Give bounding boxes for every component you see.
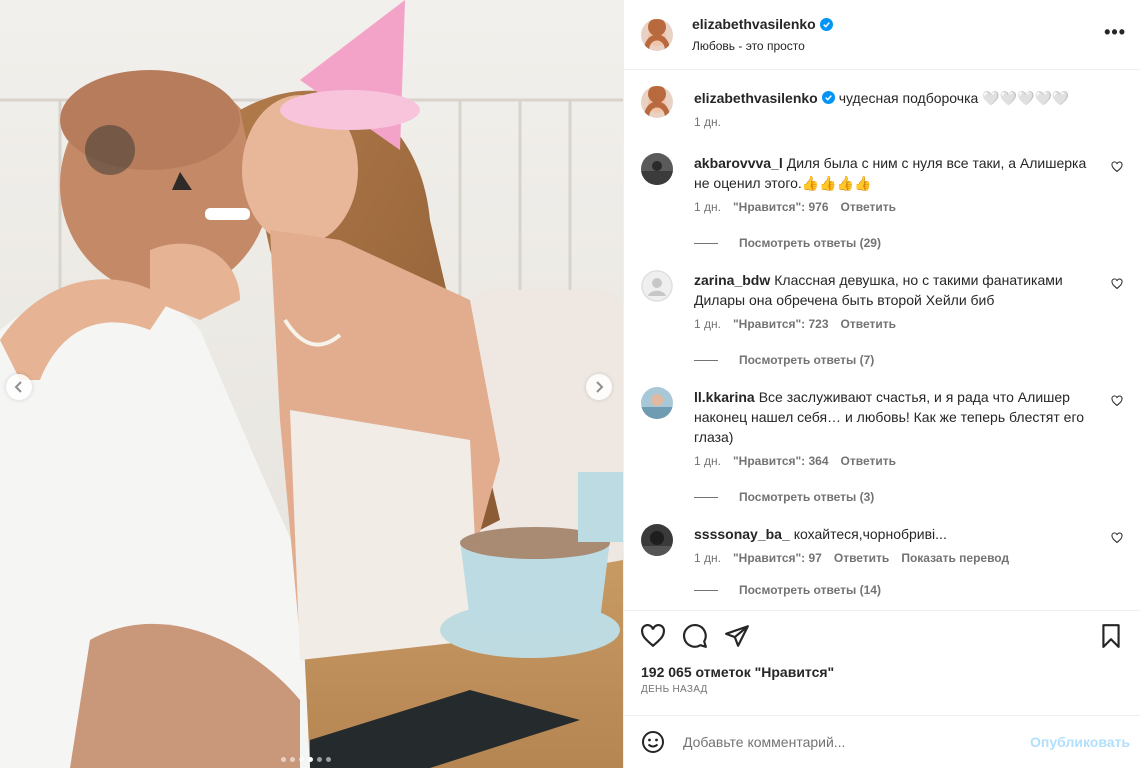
caption-time[interactable]: 1 дн. <box>694 115 721 129</box>
comment-username[interactable]: ll.kkarina <box>694 389 755 405</box>
caption: elizabethvasilenko чудесная подборочка 🤍🤍… <box>641 86 1123 129</box>
comment-item: ll.kkarina Все заслуживают счастья, и я р… <box>641 387 1123 504</box>
carousel-prev-button[interactable] <box>6 374 32 400</box>
emoji-icon[interactable] <box>641 730 665 754</box>
view-replies-label: Посмотреть ответы (3) <box>739 490 875 504</box>
replies-line <box>694 496 718 498</box>
comment-likes[interactable]: "Нравится": 723 <box>733 317 829 331</box>
comment-like-heart-icon[interactable] <box>1111 532 1123 544</box>
carousel-dot <box>317 757 322 762</box>
replies-line <box>694 242 718 244</box>
carousel-dots <box>281 757 331 762</box>
heart-icon[interactable] <box>640 623 666 649</box>
carousel-next-button[interactable] <box>586 374 612 400</box>
comment-time[interactable]: 1 дн. <box>694 454 721 468</box>
publish-button[interactable]: Опубликовать <box>1030 734 1130 750</box>
comment-username[interactable]: akbarovvva_l <box>694 155 783 171</box>
comment-time[interactable]: 1 дн. <box>694 551 721 565</box>
comment-likes[interactable]: "Нравится": 364 <box>733 454 829 468</box>
post-date[interactable]: ДЕНЬ НАЗАД <box>624 680 1140 695</box>
author-username[interactable]: elizabethvasilenko <box>692 16 816 32</box>
replies-line <box>694 359 718 361</box>
view-replies-button[interactable]: Посмотреть ответы (29) <box>694 236 1093 250</box>
view-replies-label: Посмотреть ответы (14) <box>739 583 881 597</box>
post-photo <box>0 0 623 768</box>
chevron-left-icon <box>14 381 22 393</box>
view-replies-label: Посмотреть ответы (29) <box>739 236 881 250</box>
comment-like-heart-icon[interactable] <box>1111 278 1123 290</box>
show-translation-button[interactable]: Показать перевод <box>901 551 1009 565</box>
comment-text: кохайтеся,чорнобриві... <box>793 526 947 542</box>
comment-item: ssssonay_ba_ кохайтеся,чорнобриві... 1 дн… <box>641 524 1123 597</box>
post-media[interactable] <box>0 0 623 768</box>
comment-username[interactable]: zarina_bdw <box>694 272 770 288</box>
comments-list[interactable]: elizabethvasilenko чудесная подборочка 🤍🤍… <box>624 70 1140 610</box>
carousel-dot <box>326 757 331 762</box>
caption-username[interactable]: elizabethvasilenko <box>694 90 818 106</box>
comment-likes[interactable]: "Нравится": 97 <box>733 551 822 565</box>
comment-reply-button[interactable]: Ответить <box>841 317 896 331</box>
comment-icon[interactable] <box>682 623 708 649</box>
more-options-icon[interactable]: ••• <box>1104 22 1126 43</box>
view-replies-button[interactable]: Посмотреть ответы (14) <box>694 583 1093 597</box>
chevron-right-icon <box>596 381 604 393</box>
bookmark-icon[interactable] <box>1098 623 1124 649</box>
verified-badge-icon <box>819 17 833 31</box>
carousel-dot <box>308 757 313 762</box>
comment-composer: Опубликовать <box>624 715 1140 768</box>
comment-like-heart-icon[interactable] <box>1111 395 1123 407</box>
comment-reply-button[interactable]: Ответить <box>841 200 896 214</box>
send-icon[interactable] <box>724 623 750 649</box>
view-replies-label: Посмотреть ответы (7) <box>739 353 875 367</box>
carousel-dot <box>299 757 304 762</box>
caption-avatar[interactable] <box>641 86 673 118</box>
comment-time[interactable]: 1 дн. <box>694 317 721 331</box>
comment-input[interactable] <box>683 734 1013 750</box>
comment-item: akbarovvva_l Диля была с ним с нуля все т… <box>641 153 1123 250</box>
carousel-dot <box>281 757 286 762</box>
likes-count[interactable]: 192 065 отметок "Нравится" <box>624 660 1140 680</box>
caption-text: чудесная подборочка 🤍🤍🤍🤍🤍 <box>838 90 1070 106</box>
post-actions-bar <box>624 610 1140 660</box>
view-replies-button[interactable]: Посмотреть ответы (3) <box>694 490 1093 504</box>
post-subtitle[interactable]: Любовь - это просто <box>692 39 833 53</box>
comment-avatar[interactable] <box>641 524 673 556</box>
post-dialog: elizabethvasilenko Любовь - это просто •… <box>0 0 1140 768</box>
verified-badge-icon <box>821 91 835 104</box>
replies-line <box>694 589 718 591</box>
comment-likes[interactable]: "Нравится": 976 <box>733 200 829 214</box>
comment-time[interactable]: 1 дн. <box>694 200 721 214</box>
comment-avatar[interactable] <box>641 270 673 302</box>
view-replies-button[interactable]: Посмотреть ответы (7) <box>694 353 1093 367</box>
comment-item: zarina_bdw Классная девушка, но с такими … <box>641 270 1123 367</box>
comment-avatar[interactable] <box>641 153 673 185</box>
comment-like-heart-icon[interactable] <box>1111 161 1123 173</box>
comment-avatar[interactable] <box>641 387 673 419</box>
comment-reply-button[interactable]: Ответить <box>834 551 889 565</box>
comment-username[interactable]: ssssonay_ba_ <box>694 526 790 542</box>
author-avatar[interactable] <box>641 18 673 51</box>
post-header: elizabethvasilenko Любовь - это просто •… <box>624 0 1140 70</box>
comment-reply-button[interactable]: Ответить <box>841 454 896 468</box>
carousel-dot <box>290 757 295 762</box>
post-side-panel: elizabethvasilenko Любовь - это просто •… <box>623 0 1140 768</box>
